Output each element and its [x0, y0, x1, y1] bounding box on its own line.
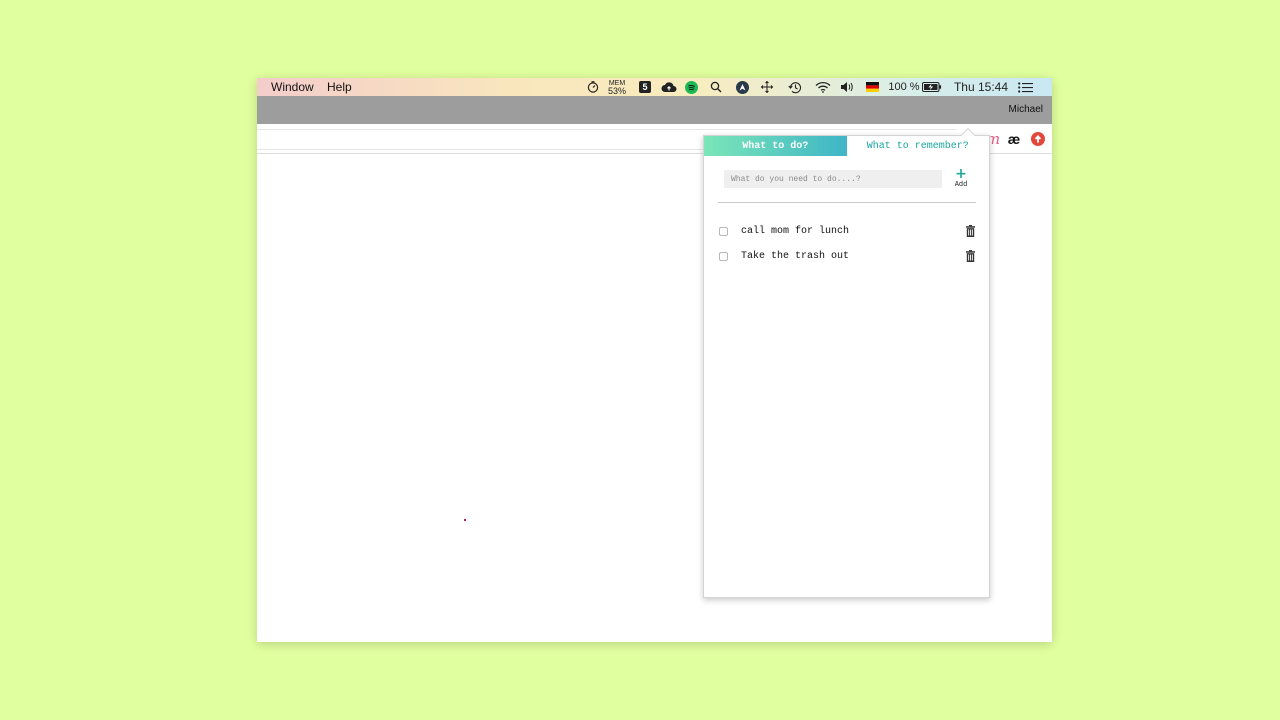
todo-text: call mom for lunch: [741, 225, 850, 237]
todo-text: Take the trash out: [741, 250, 850, 262]
flag-germany-icon[interactable]: [865, 79, 879, 95]
todo-input[interactable]: [724, 170, 942, 188]
spotify-icon[interactable]: [684, 79, 698, 95]
menubar: Window Help MEM 53% 5 100 % Thu 15:44: [257, 78, 1052, 96]
screen: Window Help MEM 53% 5 100 % Thu 15:44 Mi…: [257, 78, 1052, 642]
move-icon[interactable]: [760, 79, 774, 95]
clock[interactable]: Thu 15:44: [953, 79, 1009, 95]
divider: [718, 202, 976, 203]
menu-help[interactable]: Help: [327, 80, 352, 94]
time-machine-icon[interactable]: [787, 79, 803, 95]
add-label: Add: [954, 181, 968, 189]
plus-icon: +: [955, 166, 967, 182]
menu-window[interactable]: Window: [271, 80, 314, 94]
trash-icon[interactable]: [965, 250, 975, 263]
mem-value: 53%: [607, 85, 626, 96]
navigation-icon[interactable]: [735, 79, 749, 95]
todo-checkbox[interactable]: [719, 226, 728, 236]
todo-popup: What to do? What to remember? + Add call…: [703, 127, 990, 598]
volume-icon[interactable]: [839, 79, 855, 95]
add-button[interactable]: + Add: [950, 166, 972, 190]
wifi-icon[interactable]: [814, 79, 832, 95]
extension-upload-icon[interactable]: [1030, 131, 1046, 147]
trash-icon[interactable]: [965, 225, 975, 238]
cloud-upload-icon[interactable]: [660, 79, 678, 95]
search-icon[interactable]: [709, 79, 723, 95]
popup-tabs: What to do? What to remember?: [704, 136, 989, 156]
todo-checkbox[interactable]: [719, 251, 728, 261]
timer-icon[interactable]: [586, 79, 600, 95]
battery-percent[interactable]: 100 %: [888, 79, 920, 95]
notification-center-icon[interactable]: [1017, 79, 1033, 95]
cursor-marker: [464, 519, 466, 521]
badge-5-icon[interactable]: 5: [638, 79, 652, 95]
todo-item: call mom for lunch: [719, 223, 975, 239]
tab-what-to-remember[interactable]: What to remember?: [846, 136, 989, 156]
battery-icon[interactable]: [921, 79, 942, 95]
memory-monitor[interactable]: MEM 53%: [605, 79, 629, 96]
profile-name[interactable]: Michael: [1009, 104, 1043, 115]
tab-what-to-do[interactable]: What to do?: [704, 136, 847, 156]
tab-strip: Michael: [257, 96, 1052, 124]
todo-item: Take the trash out: [719, 248, 975, 264]
extension-ae-icon[interactable]: æ: [1006, 131, 1022, 147]
